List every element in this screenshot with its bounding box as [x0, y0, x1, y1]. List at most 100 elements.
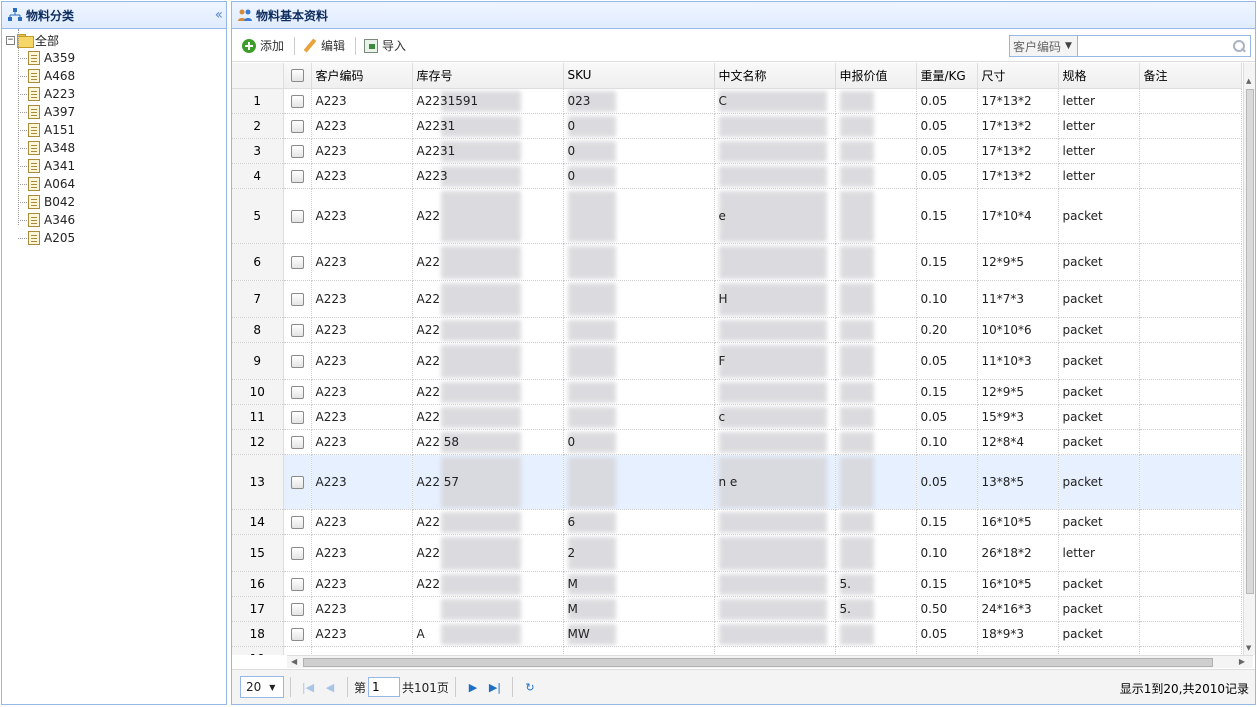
search-input[interactable] — [1078, 36, 1250, 56]
column-header[interactable]: 重量/KG — [916, 63, 978, 89]
table-row[interactable]: 8 A223 A22 0.20 10*10*6 packet — [232, 317, 1242, 343]
next-page-icon[interactable]: ▶ — [462, 676, 484, 698]
scroll-left-icon[interactable]: ◀ — [291, 657, 297, 666]
table-row[interactable]: 19 — [232, 646, 1242, 655]
column-header[interactable]: 规格 — [1058, 63, 1140, 89]
tree-node-category[interactable]: A468 — [6, 67, 226, 85]
row-checkbox[interactable] — [283, 280, 312, 318]
collapse-toggle-icon[interactable]: − — [6, 35, 15, 45]
table-row[interactable]: 6 A223 A22 0.15 12*9*5 packet — [232, 243, 1242, 281]
tree-node-category[interactable]: A348 — [6, 139, 226, 157]
row-checkbox[interactable] — [283, 534, 312, 572]
table-row[interactable]: 14 A223 A22 6 0.15 16*10*5 packet — [232, 509, 1242, 535]
table-row[interactable]: 5 A223 A22 e 0.15 17*10*4 packet — [232, 188, 1242, 244]
table-row[interactable]: 17 A223 M 5. 0.50 24*16*3 packet — [232, 596, 1242, 622]
search-icon[interactable] — [1232, 39, 1246, 53]
tree-node-root[interactable]: − 全部 — [6, 31, 226, 49]
row-checkbox[interactable] — [283, 243, 312, 281]
tree-node-category[interactable]: B042 — [6, 193, 226, 211]
checkbox-icon[interactable] — [290, 292, 304, 306]
checkbox-icon[interactable] — [290, 94, 304, 108]
tree-node-category[interactable]: A205 — [6, 229, 226, 247]
column-header[interactable]: 客户编码 — [311, 63, 413, 89]
row-checkbox[interactable] — [283, 621, 312, 647]
vertical-scrollbar[interactable]: ▲ ▼ — [1243, 63, 1255, 655]
table-row[interactable]: 9 A223 A22 F 0.05 11*10*3 packet — [232, 342, 1242, 380]
scroll-down-icon[interactable]: ▼ — [1246, 644, 1251, 652]
row-checkbox[interactable] — [283, 646, 312, 655]
refresh-icon[interactable]: ↻ — [519, 676, 541, 698]
tree-node-category[interactable]: A397 — [6, 103, 226, 121]
horizontal-scrollbar[interactable]: ◀ ▶ — [287, 655, 1253, 668]
table-row[interactable]: 10 A223 A22 0.15 12*9*5 packet — [232, 379, 1242, 405]
tree-node-category[interactable]: A223 — [6, 85, 226, 103]
add-button[interactable]: 添加 — [238, 35, 288, 57]
last-page-icon[interactable]: ▶| — [484, 676, 506, 698]
column-header[interactable]: SKU — [563, 63, 715, 89]
row-checkbox[interactable] — [283, 509, 312, 535]
checkbox-icon[interactable] — [290, 627, 304, 641]
checkbox-icon[interactable] — [290, 602, 304, 616]
checkbox-icon[interactable] — [290, 169, 304, 183]
checkbox-icon[interactable] — [290, 144, 304, 158]
search-field-select[interactable]: 客户编码 ▼ — [1010, 36, 1078, 56]
row-checkbox[interactable] — [283, 596, 312, 622]
checkbox-icon[interactable] — [290, 209, 304, 223]
table-row[interactable]: 4 A223 A223 0 0.05 17*13*2 letter — [232, 163, 1242, 189]
row-checkbox[interactable] — [283, 404, 312, 430]
double-chevron-left-icon[interactable]: ‹‹ — [215, 8, 223, 22]
row-checkbox[interactable] — [283, 138, 312, 164]
column-header[interactable]: 库存号 — [412, 63, 564, 89]
row-checkbox[interactable] — [283, 88, 312, 114]
edit-button[interactable]: 编辑 — [299, 35, 349, 57]
checkbox-icon[interactable] — [290, 119, 304, 133]
column-header[interactable]: 尺寸 — [977, 63, 1059, 89]
row-checkbox[interactable] — [283, 317, 312, 343]
table-row[interactable]: 2 A223 A2231 0 0.05 17*13*2 letter — [232, 113, 1242, 139]
table-row[interactable]: 1 A223 A2231591 023 C 0.05 17*13*2 letter — [232, 88, 1242, 114]
checkbox-icon[interactable] — [290, 354, 304, 368]
table-row[interactable]: 13 A223 A22 57 n e 0.05 13*8*5 packet — [232, 454, 1242, 510]
table-row[interactable]: 7 A223 A22 H 0.10 11*7*3 packet — [232, 280, 1242, 318]
table-row[interactable]: 11 A223 A22 c 0.05 15*9*3 packet — [232, 404, 1242, 430]
table-row[interactable]: 3 A223 A2231 0 0.05 17*13*2 letter — [232, 138, 1242, 164]
select-all-checkbox[interactable] — [283, 63, 312, 89]
table-row[interactable]: 12 A223 A22 58 0 0.10 12*8*4 packet — [232, 429, 1242, 455]
tree-node-category[interactable]: A064 — [6, 175, 226, 193]
row-checkbox[interactable] — [283, 342, 312, 380]
checkbox-icon[interactable] — [290, 577, 304, 591]
page-size-select[interactable]: 20 ▼ — [240, 676, 284, 698]
table-row[interactable]: 18 A223 A MW 0.05 18*9*3 packet — [232, 621, 1242, 647]
checkbox-icon[interactable] — [290, 515, 304, 529]
checkbox-icon[interactable] — [290, 255, 304, 269]
tree-node-category[interactable]: A151 — [6, 121, 226, 139]
checkbox-icon[interactable] — [290, 385, 304, 399]
row-checkbox[interactable] — [283, 429, 312, 455]
row-checkbox[interactable] — [283, 188, 312, 244]
prev-page-icon[interactable]: ◀ — [319, 676, 341, 698]
row-checkbox[interactable] — [283, 571, 312, 597]
row-checkbox[interactable] — [283, 454, 312, 510]
checkbox-icon[interactable] — [290, 323, 304, 337]
checkbox-icon[interactable] — [290, 410, 304, 424]
scroll-thumb[interactable] — [303, 658, 1213, 667]
table-row[interactable]: 15 A223 A22 2 0.10 26*18*2 letter — [232, 534, 1242, 572]
row-checkbox[interactable] — [283, 379, 312, 405]
tree-node-category[interactable]: A341 — [6, 157, 226, 175]
first-page-icon[interactable]: |◀ — [297, 676, 319, 698]
checkbox-icon[interactable] — [290, 546, 304, 560]
checkbox-icon[interactable] — [290, 435, 304, 449]
scroll-up-icon[interactable]: ▲ — [1246, 77, 1251, 85]
column-header[interactable]: 申报价值 — [835, 63, 917, 89]
row-checkbox[interactable] — [283, 163, 312, 189]
tree-node-category[interactable]: A359 — [6, 49, 226, 67]
column-header[interactable]: 备注 — [1139, 63, 1242, 89]
column-header[interactable]: 中文名称 — [714, 63, 836, 89]
scroll-thumb[interactable] — [1246, 89, 1254, 594]
checkbox-icon[interactable] — [290, 69, 304, 83]
table-row[interactable]: 16 A223 A22 M 5. 0.15 16*10*5 packet — [232, 571, 1242, 597]
tree-node-category[interactable]: A346 — [6, 211, 226, 229]
page-number-input[interactable] — [368, 677, 401, 697]
checkbox-icon[interactable] — [290, 475, 304, 489]
scroll-right-icon[interactable]: ▶ — [1239, 657, 1245, 666]
